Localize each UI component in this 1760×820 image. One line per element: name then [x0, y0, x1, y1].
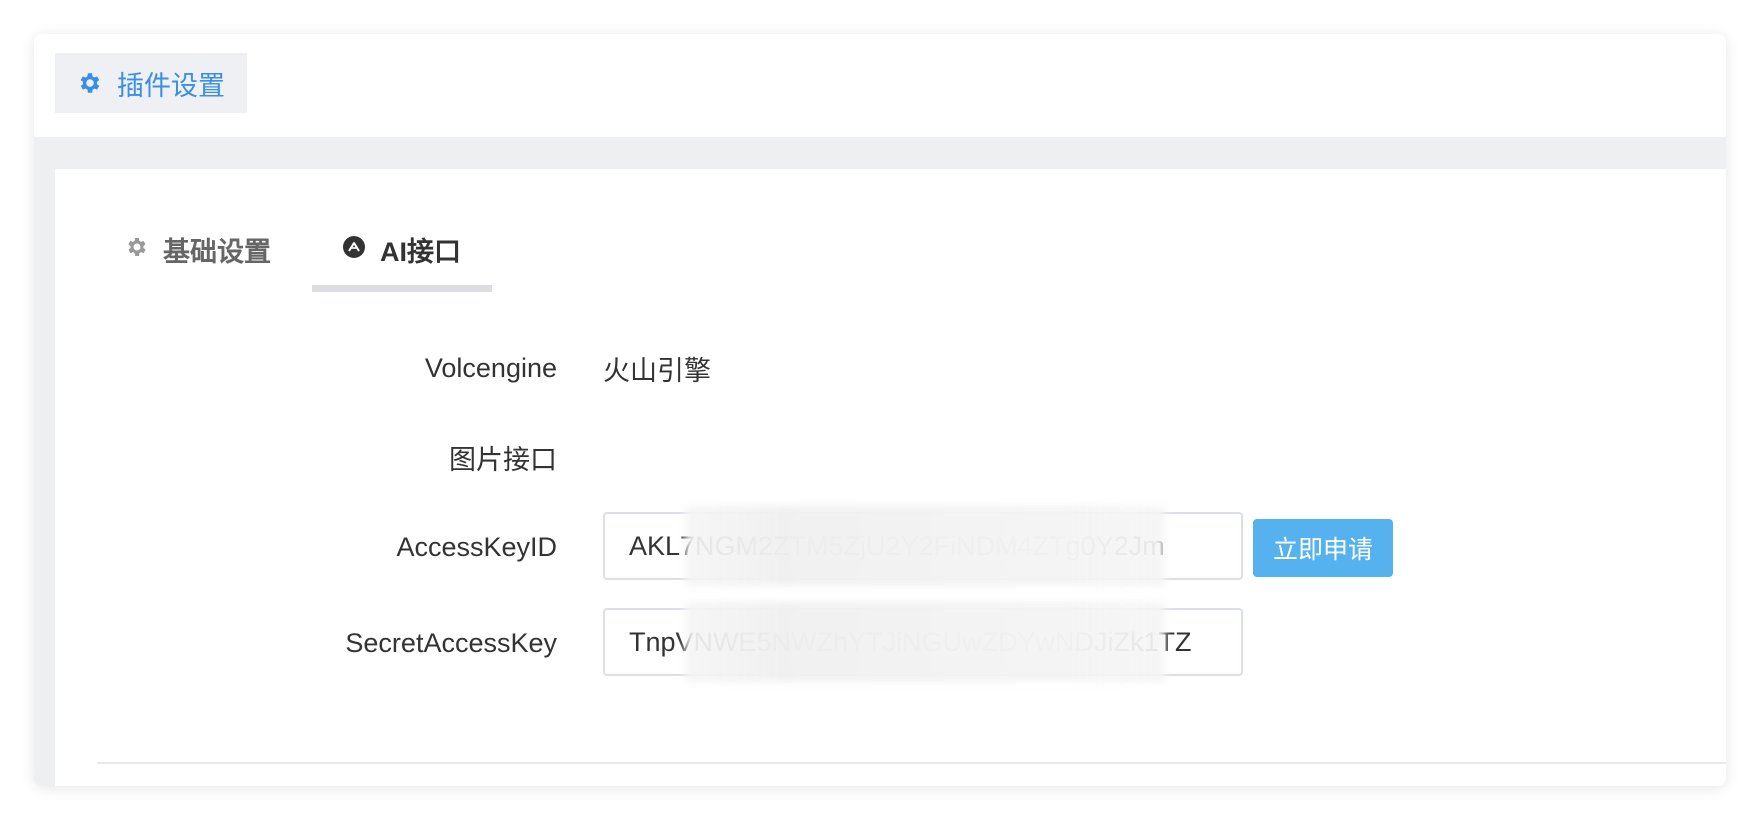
plugin-settings-label: 插件设置 — [117, 70, 225, 101]
image-api-row: 图片接口 — [55, 422, 1726, 492]
gear-icon — [125, 235, 149, 259]
page-header: 插件设置 — [34, 34, 1726, 137]
settings-panel: 基础设置 AI接口 Volcengine 火山引擎 图片接口 AccessKey… — [55, 169, 1726, 786]
access-key-id-label: AccessKeyID — [396, 531, 557, 562]
secret-access-key-input[interactable] — [603, 608, 1243, 676]
tab-basic-settings-label: 基础设置 — [163, 237, 271, 267]
tab-ai-interface-label: AI接口 — [380, 237, 461, 267]
plugin-settings-tab[interactable]: 插件设置 — [55, 53, 247, 113]
access-key-id-input[interactable] — [603, 512, 1243, 580]
secret-access-key-row: SecretAccessKey — [55, 602, 1726, 682]
provider-label: Volcengine — [424, 352, 557, 383]
settings-card: 插件设置 基础设置 AI接口 Volcengine 火山引擎 图片接口 Acce… — [34, 34, 1726, 786]
gear-icon — [77, 70, 103, 96]
ai-circle-icon — [342, 235, 366, 259]
form-divider — [97, 762, 1726, 764]
provider-value: 火山引擎 — [603, 355, 711, 386]
apply-now-button[interactable]: 立即申请 — [1253, 519, 1393, 577]
secret-access-key-label: SecretAccessKey — [345, 627, 557, 658]
access-key-id-row: AccessKeyID 立即申请 — [55, 506, 1726, 586]
active-tab-indicator — [312, 285, 492, 292]
tab-ai-interface[interactable]: AI接口 — [312, 219, 492, 289]
tab-basic-settings[interactable]: 基础设置 — [125, 219, 305, 289]
image-api-label: 图片接口 — [449, 444, 557, 475]
provider-row: Volcengine 火山引擎 — [55, 333, 1726, 403]
